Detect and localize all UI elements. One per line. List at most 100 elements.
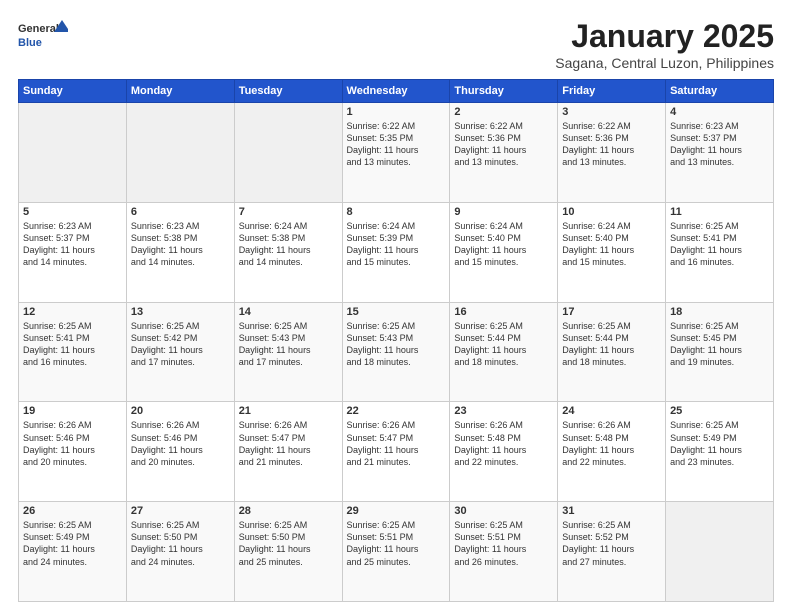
day-info: Sunrise: 6:24 AM (239, 220, 338, 232)
page-header: General Blue January 2025 Sagana, Centra… (18, 18, 774, 71)
day-info: Sunrise: 6:25 AM (23, 519, 122, 531)
day-info: Sunrise: 6:22 AM (454, 120, 553, 132)
day-info: Sunset: 5:51 PM (347, 531, 446, 543)
day-number: 16 (454, 306, 553, 318)
day-info: Daylight: 11 hours (670, 144, 769, 156)
calendar-cell: 19Sunrise: 6:26 AMSunset: 5:46 PMDayligh… (19, 402, 127, 502)
day-info: Sunset: 5:48 PM (454, 432, 553, 444)
day-info: and 13 minutes. (670, 156, 769, 168)
day-info: Sunrise: 6:25 AM (239, 519, 338, 531)
calendar-cell (19, 103, 127, 203)
calendar-cell: 1Sunrise: 6:22 AMSunset: 5:35 PMDaylight… (342, 103, 450, 203)
day-info: Sunrise: 6:22 AM (347, 120, 446, 132)
calendar-cell: 5Sunrise: 6:23 AMSunset: 5:37 PMDaylight… (19, 202, 127, 302)
title-block: January 2025 Sagana, Central Luzon, Phil… (555, 18, 774, 71)
day-info: Sunrise: 6:26 AM (562, 419, 661, 431)
calendar-cell: 26Sunrise: 6:25 AMSunset: 5:49 PMDayligh… (19, 502, 127, 602)
day-info: Daylight: 11 hours (131, 543, 230, 555)
day-info: Daylight: 11 hours (347, 244, 446, 256)
day-info: Sunset: 5:36 PM (562, 132, 661, 144)
calendar-cell: 21Sunrise: 6:26 AMSunset: 5:47 PMDayligh… (234, 402, 342, 502)
calendar-cell: 29 Sunrise: 6:25 AMSunset: 5:51 PMDayligh… (342, 502, 450, 602)
day-info: Sunrise: 6:23 AM (23, 220, 122, 232)
calendar-cell: 9Sunrise: 6:24 AMSunset: 5:40 PMDaylight… (450, 202, 558, 302)
day-info: Daylight: 11 hours (347, 543, 446, 555)
day-info: Daylight: 11 hours (454, 344, 553, 356)
day-info: Sunrise: 6:26 AM (454, 419, 553, 431)
day-info: Daylight: 11 hours (670, 444, 769, 456)
day-info: Daylight: 11 hours (23, 543, 122, 555)
day-info: Daylight: 11 hours (23, 244, 122, 256)
day-info: Daylight: 11 hours (562, 543, 661, 555)
day-number: 30 (454, 505, 553, 517)
day-info: Sunrise: 6:26 AM (347, 419, 446, 431)
day-info: Daylight: 11 hours (454, 144, 553, 156)
location: Sagana, Central Luzon, Philippines (555, 55, 774, 71)
day-info: and 13 minutes. (454, 156, 553, 168)
day-info: Sunrise: 6:25 AM (670, 419, 769, 431)
day-info: and 15 minutes. (562, 256, 661, 268)
calendar-cell: 20Sunrise: 6:26 AMSunset: 5:46 PMDayligh… (126, 402, 234, 502)
weekday-header-row: SundayMondayTuesdayWednesdayThursdayFrid… (19, 80, 774, 103)
day-number: 8 (347, 206, 446, 218)
day-info: Daylight: 11 hours (670, 244, 769, 256)
day-info: Sunset: 5:43 PM (239, 332, 338, 344)
day-number: 12 (23, 306, 122, 318)
calendar-cell (234, 103, 342, 203)
day-info: Sunrise: 6:24 AM (347, 220, 446, 232)
day-info: and 22 minutes. (562, 456, 661, 468)
calendar-cell: 14Sunrise: 6:25 AMSunset: 5:43 PMDayligh… (234, 302, 342, 402)
day-info: and 21 minutes. (347, 456, 446, 468)
day-info: and 20 minutes. (23, 456, 122, 468)
calendar-cell: 12Sunrise: 6:25 AMSunset: 5:41 PMDayligh… (19, 302, 127, 402)
day-info: and 14 minutes. (23, 256, 122, 268)
day-info: Sunset: 5:50 PM (239, 531, 338, 543)
day-info: Sunrise: 6:25 AM (347, 519, 446, 531)
day-info: Sunrise: 6:26 AM (131, 419, 230, 431)
calendar-cell: 2Sunrise: 6:22 AMSunset: 5:36 PMDaylight… (450, 103, 558, 203)
logo-svg: General Blue (18, 18, 68, 54)
day-number: 6 (131, 206, 230, 218)
calendar-cell: 15Sunrise: 6:25 AMSunset: 5:43 PMDayligh… (342, 302, 450, 402)
calendar-cell: 6Sunrise: 6:23 AMSunset: 5:38 PMDaylight… (126, 202, 234, 302)
weekday-header-wednesday: Wednesday (342, 80, 450, 103)
day-info: Sunrise: 6:22 AM (562, 120, 661, 132)
calendar-cell: 8Sunrise: 6:24 AMSunset: 5:39 PMDaylight… (342, 202, 450, 302)
day-info: Sunset: 5:48 PM (562, 432, 661, 444)
day-info: Daylight: 11 hours (239, 543, 338, 555)
day-info: Daylight: 11 hours (131, 344, 230, 356)
day-info: and 18 minutes. (347, 356, 446, 368)
day-number: 10 (562, 206, 661, 218)
calendar-cell: 3Sunrise: 6:22 AMSunset: 5:36 PMDaylight… (558, 103, 666, 203)
day-info: Sunset: 5:40 PM (562, 232, 661, 244)
calendar-cell: 27Sunrise: 6:25 AMSunset: 5:50 PMDayligh… (126, 502, 234, 602)
day-info: Sunset: 5:35 PM (347, 132, 446, 144)
day-number: 17 (562, 306, 661, 318)
day-info: Sunset: 5:47 PM (239, 432, 338, 444)
day-info: Daylight: 11 hours (562, 244, 661, 256)
day-info: Sunset: 5:44 PM (454, 332, 553, 344)
day-info: Sunrise: 6:25 AM (23, 320, 122, 332)
day-info: Daylight: 11 hours (670, 344, 769, 356)
day-number: 27 (131, 505, 230, 517)
day-info: Sunset: 5:36 PM (454, 132, 553, 144)
day-info: Sunrise: 6:26 AM (239, 419, 338, 431)
day-info: Sunset: 5:37 PM (670, 132, 769, 144)
day-number: 11 (670, 206, 769, 218)
day-info: Sunset: 5:49 PM (670, 432, 769, 444)
calendar-cell: 30Sunrise: 6:25 AMSunset: 5:51 PMDayligh… (450, 502, 558, 602)
day-number: 29 (347, 505, 446, 517)
calendar-cell: 10Sunrise: 6:24 AMSunset: 5:40 PMDayligh… (558, 202, 666, 302)
day-info: and 26 minutes. (454, 556, 553, 568)
calendar-cell: 28Sunrise: 6:25 AMSunset: 5:50 PMDayligh… (234, 502, 342, 602)
day-info: Daylight: 11 hours (454, 244, 553, 256)
calendar-cell: 13Sunrise: 6:25 AMSunset: 5:42 PMDayligh… (126, 302, 234, 402)
day-info: Sunset: 5:46 PM (131, 432, 230, 444)
day-info: Sunset: 5:41 PM (670, 232, 769, 244)
day-info: and 25 minutes. (347, 556, 446, 568)
day-number: 7 (239, 206, 338, 218)
day-number: 24 (562, 405, 661, 417)
calendar-cell: 25Sunrise: 6:25 AMSunset: 5:49 PMDayligh… (666, 402, 774, 502)
day-info: Sunrise: 6:25 AM (454, 320, 553, 332)
day-info: Sunset: 5:46 PM (23, 432, 122, 444)
